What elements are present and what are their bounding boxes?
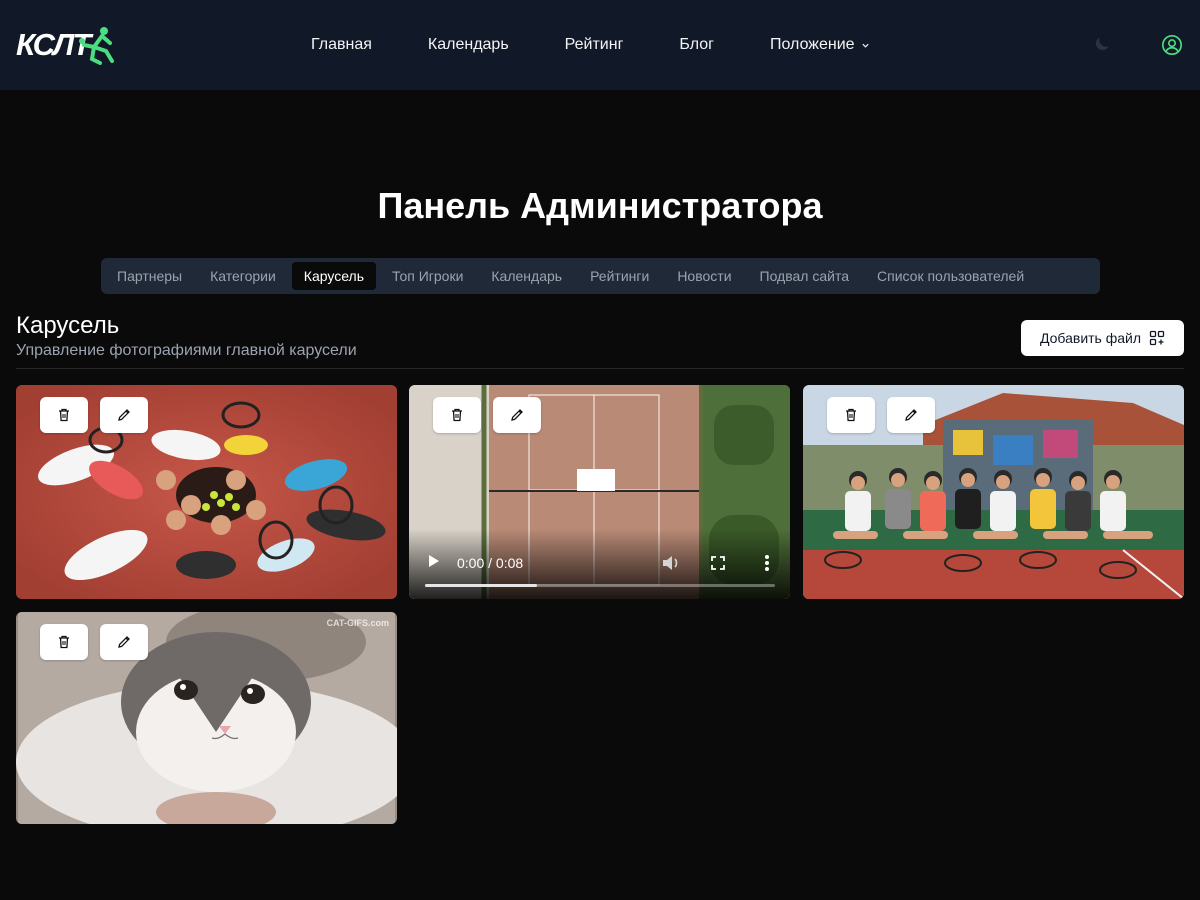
video-time: 0:00 / 0:08	[457, 555, 524, 571]
carousel-item-2-video: 0:00 / 0:08	[409, 385, 790, 599]
section-title: Карусель	[16, 312, 120, 339]
edit-button-4[interactable]	[100, 624, 148, 660]
nav-calendar[interactable]: Календарь	[428, 36, 509, 54]
watermark-text: CAT-GIFS.com	[326, 618, 389, 628]
pencil-icon	[118, 409, 130, 421]
trash-icon	[452, 408, 462, 422]
video-controls: 0:00 / 0:08	[409, 529, 790, 599]
nav-calendar-label: Календарь	[427, 36, 509, 53]
add-file-label: Добавить файл	[1039, 330, 1142, 346]
tab-categories[interactable]: Категории	[198, 262, 288, 290]
tab-top-players[interactable]: Топ Игроки	[380, 262, 475, 290]
video-progress-fill	[425, 584, 537, 587]
admin-tabs: Партнеры Категории Карусель Топ Игроки К…	[101, 258, 1100, 294]
nav-regulations-label: Положение	[770, 36, 855, 53]
pencil-icon	[118, 636, 130, 648]
pencil-icon	[905, 409, 917, 421]
nav-blog-label: Блог	[679, 36, 714, 53]
site-logo[interactable]: КСЛТ	[16, 25, 116, 65]
tennis-player-logo-icon	[79, 27, 114, 65]
volume-icon[interactable]	[661, 554, 681, 572]
section-subtitle: Управление фотографиями главной карусели	[16, 342, 357, 359]
nav-blog[interactable]: Блог	[679, 36, 714, 54]
tab-footer[interactable]: Подвал сайта	[748, 262, 861, 290]
video-progress-track[interactable]	[425, 584, 775, 587]
page-title: Панель Администратора	[377, 185, 823, 226]
edit-button-1[interactable]	[100, 397, 148, 433]
carousel-item-1	[16, 385, 397, 599]
trash-icon	[846, 408, 856, 422]
nav-rating[interactable]: Рейтинг	[565, 36, 624, 54]
tab-calendar[interactable]: Календарь	[479, 262, 574, 290]
carousel-item-4: CAT-GIFS.com	[16, 612, 397, 824]
nav-regulations-dropdown[interactable]: Положение	[770, 36, 870, 54]
user-circle-icon[interactable]	[1161, 34, 1183, 56]
add-file-button[interactable]: Добавить файл	[1021, 320, 1184, 356]
main-nav: Главная Календарь Рейтинг Блог Положение	[311, 0, 870, 90]
nav-rating-label: Рейтинг	[564, 36, 624, 53]
chevron-down-icon	[861, 43, 869, 48]
delete-button-2[interactable]	[433, 397, 481, 433]
tab-news[interactable]: Новости	[665, 262, 743, 290]
tab-carousel[interactable]: Карусель	[291, 262, 376, 290]
pencil-icon	[511, 409, 523, 421]
fullscreen-icon[interactable]	[711, 556, 725, 570]
nav-home-label: Главная	[311, 36, 372, 53]
top-navbar: КСЛТ Главная Календарь Рейтинг Блог Поло…	[0, 0, 1200, 90]
more-vertical-icon[interactable]	[764, 554, 770, 572]
edit-button-3[interactable]	[887, 397, 935, 433]
edit-button-2[interactable]	[493, 397, 541, 433]
add-grid-icon	[1149, 330, 1165, 346]
trash-icon	[59, 635, 69, 649]
nav-home[interactable]: Главная	[311, 36, 372, 54]
delete-button-1[interactable]	[40, 397, 88, 433]
tab-users-list[interactable]: Список пользователей	[865, 262, 1036, 290]
play-icon[interactable]	[427, 553, 441, 569]
tab-ratings[interactable]: Рейтинги	[578, 262, 661, 290]
trash-icon	[59, 408, 69, 422]
delete-button-3[interactable]	[827, 397, 875, 433]
delete-button-4[interactable]	[40, 624, 88, 660]
carousel-item-3	[803, 385, 1184, 599]
tab-partners[interactable]: Партнеры	[105, 262, 194, 290]
section-divider	[16, 368, 1184, 369]
moon-icon[interactable]	[1092, 34, 1112, 54]
